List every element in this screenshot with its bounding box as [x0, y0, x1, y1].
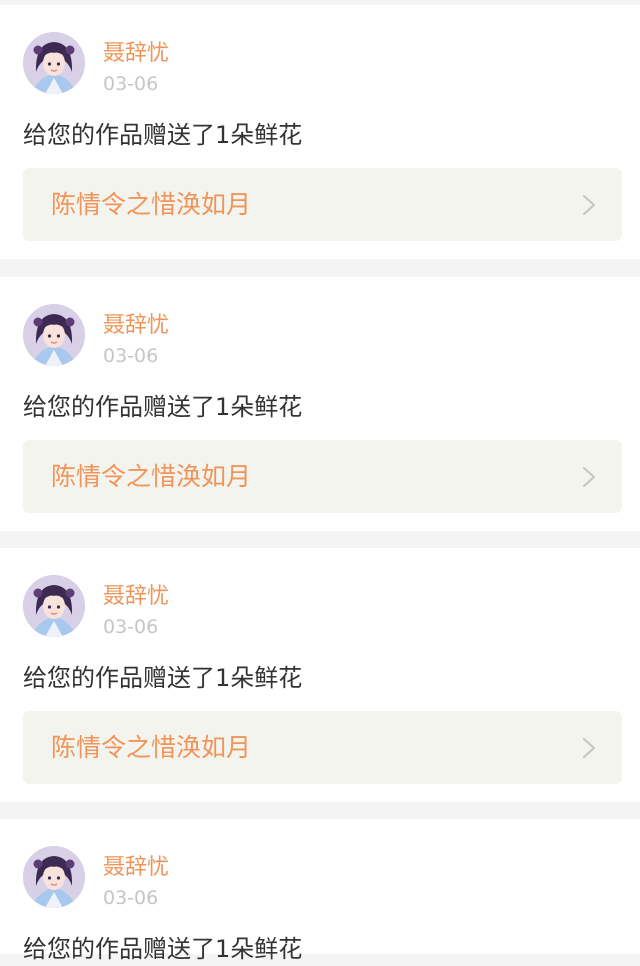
notification-date: 03-06: [103, 345, 159, 367]
notification-message: 给您的作品赠送了1朵鲜花: [23, 935, 303, 963]
avatar-image: [23, 575, 85, 637]
avatar[interactable]: [23, 32, 85, 94]
notification-card: 聂辞忧 03-06 给您的作品赠送了1朵鲜花: [0, 819, 640, 963]
work-title: 陈情令之惜涣如月: [51, 462, 252, 491]
username[interactable]: 聂辞忧: [103, 311, 169, 341]
avatar[interactable]: [23, 304, 85, 366]
notification-message: 给您的作品赠送了1朵鲜花: [23, 393, 303, 421]
avatar[interactable]: [23, 846, 85, 908]
work-link-card[interactable]: 陈情令之惜涣如月: [23, 168, 622, 241]
notification-card: 聂辞忧 03-06 给您的作品赠送了1朵鲜花 陈情令之惜涣如月: [0, 548, 640, 802]
notification-date: 03-06: [103, 73, 159, 95]
work-title: 陈情令之惜涣如月: [51, 733, 252, 762]
work-link-card[interactable]: 陈情令之惜涣如月: [23, 440, 622, 513]
chevron-right-icon: [583, 195, 595, 215]
notification-feed: 聂辞忧 03-06 给您的作品赠送了1朵鲜花 陈情令之惜涣如月 聂辞忧 03-0…: [0, 0, 640, 963]
avatar-image: [23, 32, 85, 94]
notification-card: 聂辞忧 03-06 给您的作品赠送了1朵鲜花 陈情令之惜涣如月: [0, 5, 640, 259]
chevron-right-icon: [583, 738, 595, 758]
username[interactable]: 聂辞忧: [103, 853, 169, 883]
work-title: 陈情令之惜涣如月: [51, 190, 252, 219]
notification-date: 03-06: [103, 887, 159, 909]
avatar[interactable]: [23, 575, 85, 637]
avatar-image: [23, 846, 85, 908]
notification-date: 03-06: [103, 616, 159, 638]
chevron-right-icon: [583, 467, 595, 487]
notification-message: 给您的作品赠送了1朵鲜花: [23, 664, 303, 692]
work-link-card[interactable]: 陈情令之惜涣如月: [23, 711, 622, 784]
avatar-image: [23, 304, 85, 366]
notification-card: 聂辞忧 03-06 给您的作品赠送了1朵鲜花 陈情令之惜涣如月: [0, 277, 640, 531]
username[interactable]: 聂辞忧: [103, 39, 169, 69]
notification-message: 给您的作品赠送了1朵鲜花: [23, 121, 303, 149]
username[interactable]: 聂辞忧: [103, 582, 169, 612]
